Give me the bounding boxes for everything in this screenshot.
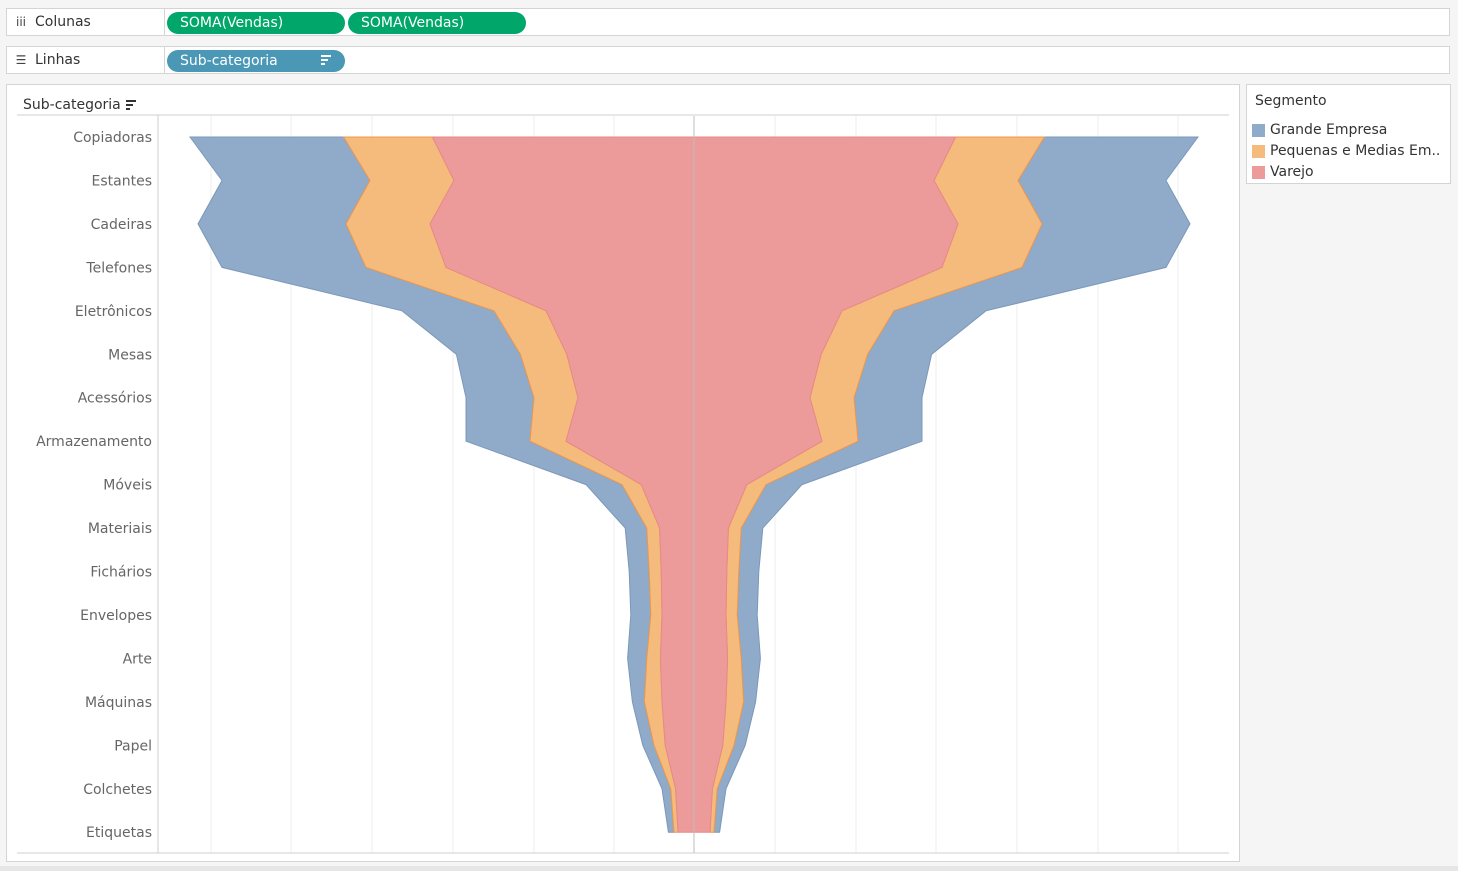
y-tick-label[interactable]: Copiadoras xyxy=(73,130,152,146)
y-tick-label[interactable]: Armazenamento xyxy=(36,434,152,450)
header-sort-icon[interactable] xyxy=(126,100,136,110)
rows-icon: ☰ xyxy=(15,53,27,67)
status-strip xyxy=(0,866,1458,871)
y-tick-label[interactable]: Arte xyxy=(123,651,152,667)
y-tick-label[interactable]: Móveis xyxy=(103,478,152,494)
legend-card: Segmento Grande Empresa Pequenas e Media… xyxy=(1246,84,1451,184)
columns-pill-1[interactable]: SOMA(Vendas) xyxy=(167,12,345,34)
sort-icon[interactable] xyxy=(321,55,331,67)
legend-item-pequenas-medias[interactable]: Pequenas e Medias Em.. xyxy=(1252,141,1440,161)
y-tick-label[interactable]: Telefones xyxy=(85,260,152,276)
legend-title: Segmento xyxy=(1255,93,1327,109)
y-tick-label[interactable]: Envelopes xyxy=(80,608,152,624)
y-tick-label[interactable]: Papel xyxy=(114,738,152,754)
legend-swatch xyxy=(1252,123,1265,137)
y-tick-label[interactable]: Estantes xyxy=(92,173,152,189)
rows-shelf-label: ☰ Linhas xyxy=(7,47,165,73)
series-areas xyxy=(189,116,1199,853)
y-tick-label[interactable]: Etiquetas xyxy=(86,825,152,841)
legend-item-varejo[interactable]: Varejo xyxy=(1252,162,1314,182)
y-tick-label[interactable]: Fichários xyxy=(90,565,152,581)
columns-shelf[interactable]: iii Colunas SOMA(Vendas) SOMA(Vendas) xyxy=(6,8,1450,36)
legend-swatch xyxy=(1252,165,1265,179)
y-tick-label[interactable]: Máquinas xyxy=(85,695,152,711)
legend-item-grande-empresa[interactable]: Grande Empresa xyxy=(1252,120,1387,140)
columns-icon: iii xyxy=(15,15,26,29)
rows-shelf[interactable]: ☰ Linhas Sub-categoria xyxy=(6,46,1450,74)
rows-pill[interactable]: Sub-categoria xyxy=(167,50,345,72)
y-tick-label[interactable]: Acessórios xyxy=(78,391,152,407)
columns-pill-2[interactable]: SOMA(Vendas) xyxy=(348,12,526,34)
columns-shelf-label: iii Colunas xyxy=(7,9,165,35)
y-axis-header: Sub-categoria xyxy=(23,97,121,113)
y-tick-label[interactable]: Eletrônicos xyxy=(75,304,152,320)
legend-swatch xyxy=(1252,144,1265,158)
funnel-chart: Copiadoras Estantes Cadeiras Telefones Eletr… xyxy=(17,97,1229,854)
y-tick-label[interactable]: Colchetes xyxy=(83,782,152,798)
y-tick-label[interactable]: Materiais xyxy=(88,521,152,537)
y-axis-labels: Copiadoras Estantes Cadeiras Telefones Eletr… xyxy=(36,130,152,841)
chart-view: Copiadoras Estantes Cadeiras Telefones Eletr… xyxy=(6,84,1240,862)
y-tick-label[interactable]: Mesas xyxy=(108,347,152,363)
y-tick-label[interactable]: Cadeiras xyxy=(91,217,152,233)
